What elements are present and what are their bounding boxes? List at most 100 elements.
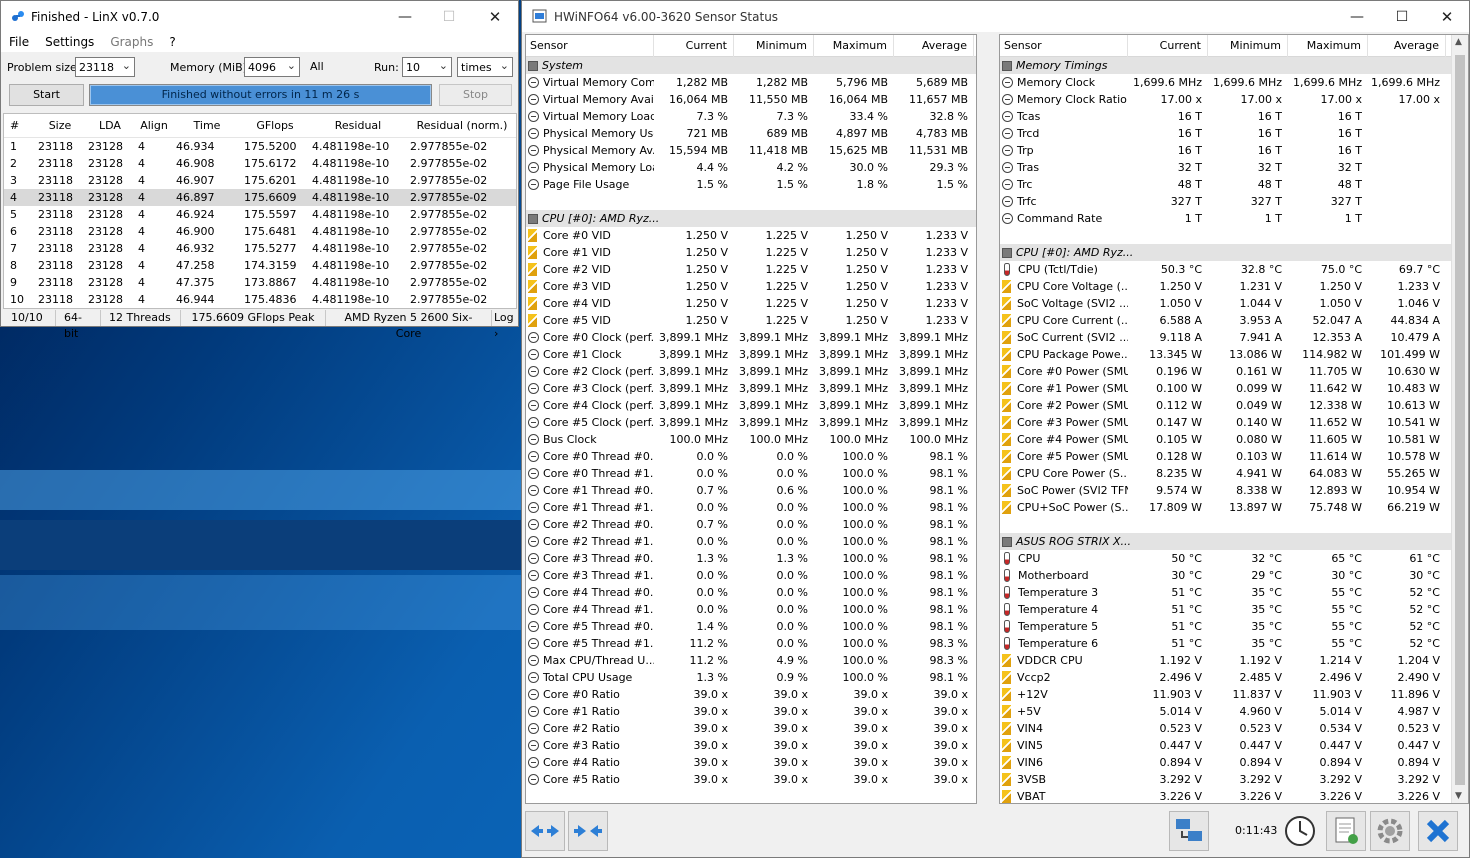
column-header[interactable]: Current (654, 35, 734, 57)
sensor-row[interactable]: Command Rate 1 T 1 T 1 T (1000, 210, 1468, 227)
sensor-row[interactable]: VIN4 0.523 V 0.523 V 0.534 V 0.523 V (1000, 720, 1468, 737)
results-table[interactable]: # Size LDA Align Time GFlops Residual Residual … (3, 113, 517, 309)
sensor-row[interactable]: CPU Package Powe... 13.345 W 13.086 W 114.9… (1000, 346, 1468, 363)
sensor-row[interactable]: VDDCR CPU 1.192 V 1.192 V 1.214 V 1.204 V (1000, 652, 1468, 669)
sensor-row[interactable]: Vccp2 2.496 V 2.485 V 2.496 V 2.490 V (1000, 669, 1468, 686)
sensor-row[interactable]: Core #2 Power (SMU) 0.112 W 0.049 W 12.338 … (1000, 397, 1468, 414)
sensor-row[interactable]: Core #4 Ratio 39.0 x 39.0 x 39.0 x 39.0 x (526, 754, 976, 771)
sensor-row[interactable]: CPU Core Power (S... 8.235 W 4.941 W 64.083… (1000, 465, 1468, 482)
clock-icon[interactable] (1280, 811, 1320, 851)
sensor-row[interactable]: Core #4 Clock (perf... 3,899.1 MHz 3,899.1… (526, 397, 976, 414)
memory-combo[interactable]: 4096 ⌄ (244, 57, 300, 77)
sensor-row[interactable]: Trp 16 T 16 T 16 T (1000, 142, 1468, 159)
table-row[interactable]: 2 23118 23128 4 46.908 175.6172 4.481198e-10 2.… (4, 155, 516, 172)
minimize-button[interactable]: — (382, 1, 428, 32)
column-header[interactable]: Minimum (734, 35, 814, 57)
column-header[interactable]: Sensor (1000, 35, 1128, 57)
table-row[interactable]: 4 23118 23128 4 46.897 175.6609 4.481198e-10 2.… (4, 189, 516, 206)
memory-all-button[interactable]: All (310, 60, 324, 73)
sensor-row[interactable]: Total CPU Usage 1.3 % 0.9 % 100.0 % 98.1 % (526, 669, 976, 686)
sensor-row[interactable]: Core #0 Thread #1... 0.0 % 0.0 % 100.0 % 98.… (526, 465, 976, 482)
sensor-row[interactable]: VIN6 0.894 V 0.894 V 0.894 V 0.894 V (1000, 754, 1468, 771)
column-header[interactable]: Residual (norm.) (404, 119, 514, 132)
expand-arrows-icon[interactable] (568, 811, 608, 851)
sensor-pane-right[interactable]: Sensor Current Minimum Maximum Average Memor… (999, 34, 1469, 804)
sensor-row[interactable]: Core #3 Ratio 39.0 x 39.0 x 39.0 x 39.0 x (526, 737, 976, 754)
column-header[interactable]: Maximum (1288, 35, 1368, 57)
sensor-row[interactable]: 3VSB 3.292 V 3.292 V 3.292 V 3.292 V (1000, 771, 1468, 788)
network-icon[interactable] (1169, 811, 1209, 851)
sensor-row[interactable]: Temperature 3 51 °C 35 °C 55 °C 52 °C (1000, 584, 1468, 601)
sensor-row[interactable]: Virtual Memory Avai... 16,064 MB 11,550 MB… (526, 91, 976, 108)
sensor-row[interactable]: Virtual Memory Load 7.3 % 7.3 % 33.4 % 32.8 … (526, 108, 976, 125)
table-row[interactable]: 8 23118 23128 4 47.258 174.3159 4.481198e-10 2.… (4, 257, 516, 274)
sensor-row[interactable]: Trcd 16 T 16 T 16 T (1000, 125, 1468, 142)
sensor-row[interactable]: Core #3 Clock (perf... 3,899.1 MHz 3,899.1… (526, 380, 976, 397)
sensor-row[interactable]: Core #2 Ratio 39.0 x 39.0 x 39.0 x 39.0 x (526, 720, 976, 737)
sensor-row[interactable]: CPU Core Current (... 6.588 A 3.953 A 52.04… (1000, 312, 1468, 329)
table-row[interactable]: 10 23118 23128 4 46.944 175.4836 4.481198e-10 2… (4, 291, 516, 308)
column-header[interactable]: GFlops (238, 119, 306, 132)
sensor-row[interactable]: Core #2 VID 1.250 V 1.225 V 1.250 V 1.233 V (526, 261, 976, 278)
linx-title-bar[interactable]: Finished - LinX v0.7.0 — ☐ ✕ (1, 1, 518, 32)
sensor-row[interactable]: Core #1 Ratio 39.0 x 39.0 x 39.0 x 39.0 x (526, 703, 976, 720)
run-count-combo[interactable]: 10 ⌄ (402, 57, 452, 77)
vertical-scrollbar[interactable]: ▲ ▼ (1451, 35, 1468, 803)
log-button[interactable]: Log › (492, 310, 517, 340)
column-header[interactable]: Maximum (814, 35, 894, 57)
menu-help[interactable]: ? (161, 35, 183, 49)
collapse-arrows-icon[interactable] (525, 811, 565, 851)
sensor-row[interactable]: SoC Current (SVI2 ... 9.118 A 7.941 A 12.35… (1000, 329, 1468, 346)
maximize-button[interactable]: ☐ (426, 1, 472, 32)
column-header[interactable]: Time (170, 119, 238, 132)
sensor-row[interactable]: Core #3 Thread #1... 0.0 % 0.0 % 100.0 % 98.… (526, 567, 976, 584)
sensor-row[interactable]: Core #5 Clock (perf... 3,899.1 MHz 3,899.1… (526, 414, 976, 431)
sensor-row[interactable]: Core #4 Thread #1... 0.0 % 0.0 % 100.0 % 98.… (526, 601, 976, 618)
sensor-row[interactable]: Tcas 16 T 16 T 16 T (1000, 108, 1468, 125)
sensor-row[interactable]: Memory Clock Ratio 17.00 x 17.00 x 17.00 x 1… (1000, 91, 1468, 108)
menu-file[interactable]: File (1, 35, 37, 49)
close-button[interactable]: ✕ (1424, 1, 1470, 32)
column-header[interactable]: Minimum (1208, 35, 1288, 57)
sensor-row[interactable]: Core #5 Ratio 39.0 x 39.0 x 39.0 x 39.0 x (526, 771, 976, 788)
sensor-row[interactable]: Core #4 Thread #0... 0.0 % 0.0 % 100.0 % 98.… (526, 584, 976, 601)
sensor-row[interactable]: Core #1 Thread #0... 0.7 % 0.6 % 100.0 % 98.… (526, 482, 976, 499)
sensor-row[interactable]: SoC Voltage (SVI2 ... 1.050 V 1.044 V 1.050… (1000, 295, 1468, 312)
problem-size-combo[interactable]: 23118 ⌄ (75, 57, 135, 77)
sensor-row[interactable]: Physical Memory Used 721 MB 689 MB 4,897 MB… (526, 125, 976, 142)
sensor-row[interactable]: SoC Power (SVI2 TFN) 9.574 W 8.338 W 12.893… (1000, 482, 1468, 499)
sensor-row[interactable]: CPU (Tctl/Tdie) 50.3 °C 32.8 °C 75.0 °C 69.7… (1000, 261, 1468, 278)
sensor-row[interactable]: Core #3 Thread #0... 1.3 % 1.3 % 100.0 % 98.… (526, 550, 976, 567)
sensor-row[interactable]: Core #1 VID 1.250 V 1.225 V 1.250 V 1.233 V (526, 244, 976, 261)
column-header[interactable]: Size (32, 119, 82, 132)
sensor-row[interactable]: CPU+SoC Power (S... 17.809 W 13.897 W 75.74… (1000, 499, 1468, 516)
sensor-row[interactable]: Page File Usage 1.5 % 1.5 % 1.8 % 1.5 % (526, 176, 976, 193)
table-row[interactable]: 1 23118 23128 4 46.934 175.5200 4.481198e-10 2.… (4, 138, 516, 155)
sensor-group-row[interactable]: CPU [#0]: AMD Ryz... (526, 210, 976, 227)
column-header[interactable]: Average (1368, 35, 1446, 57)
scroll-up-icon[interactable]: ▲ (1455, 37, 1462, 47)
sensor-row[interactable]: Core #1 Thread #1... 0.0 % 0.0 % 100.0 % 98.… (526, 499, 976, 516)
column-header[interactable]: Average (894, 35, 974, 57)
sensor-row[interactable]: Max CPU/Thread U... 11.2 % 4.9 % 100.0 % 98.… (526, 652, 976, 669)
sensor-row[interactable]: Core #4 Power (SMU) 0.105 W 0.080 W 11.605 … (1000, 431, 1468, 448)
run-unit-combo[interactable]: times ⌄ (457, 57, 513, 77)
menu-settings[interactable]: Settings (37, 35, 102, 49)
column-header[interactable]: # (4, 119, 32, 132)
settings-gear-icon[interactable] (1370, 811, 1410, 851)
report-icon[interactable] (1326, 811, 1366, 851)
sensor-row[interactable]: Core #2 Thread #0... 0.7 % 0.0 % 100.0 % 98.… (526, 516, 976, 533)
sensor-group-row[interactable]: CPU [#0]: AMD Ryz... (1000, 244, 1468, 261)
table-row[interactable]: 6 23118 23128 4 46.900 175.6481 4.481198e-10 2.… (4, 223, 516, 240)
close-sensors-icon[interactable] (1418, 811, 1458, 851)
hwinfo-title-bar[interactable]: HWiNFO64 v6.00-3620 Sensor Status — ☐ ✕ (522, 1, 1469, 32)
stop-button[interactable]: Stop (439, 84, 512, 106)
sensor-row[interactable]: CPU 50 °C 32 °C 65 °C 61 °C (1000, 550, 1468, 567)
column-header[interactable]: Residual (306, 119, 404, 132)
sensor-row[interactable]: Core #4 VID 1.250 V 1.225 V 1.250 V 1.233 V (526, 295, 976, 312)
minimize-button[interactable]: — (1334, 1, 1380, 32)
sensor-row[interactable]: CPU Core Voltage (... 1.250 V 1.231 V 1.250… (1000, 278, 1468, 295)
sensor-row[interactable]: Core #2 Clock (perf... 3,899.1 MHz 3,899.1… (526, 363, 976, 380)
sensor-row[interactable]: Core #5 Thread #1... 11.2 % 0.0 % 100.0 % 98… (526, 635, 976, 652)
sensor-row[interactable]: +12V 11.903 V 11.837 V 11.903 V 11.896 V (1000, 686, 1468, 703)
